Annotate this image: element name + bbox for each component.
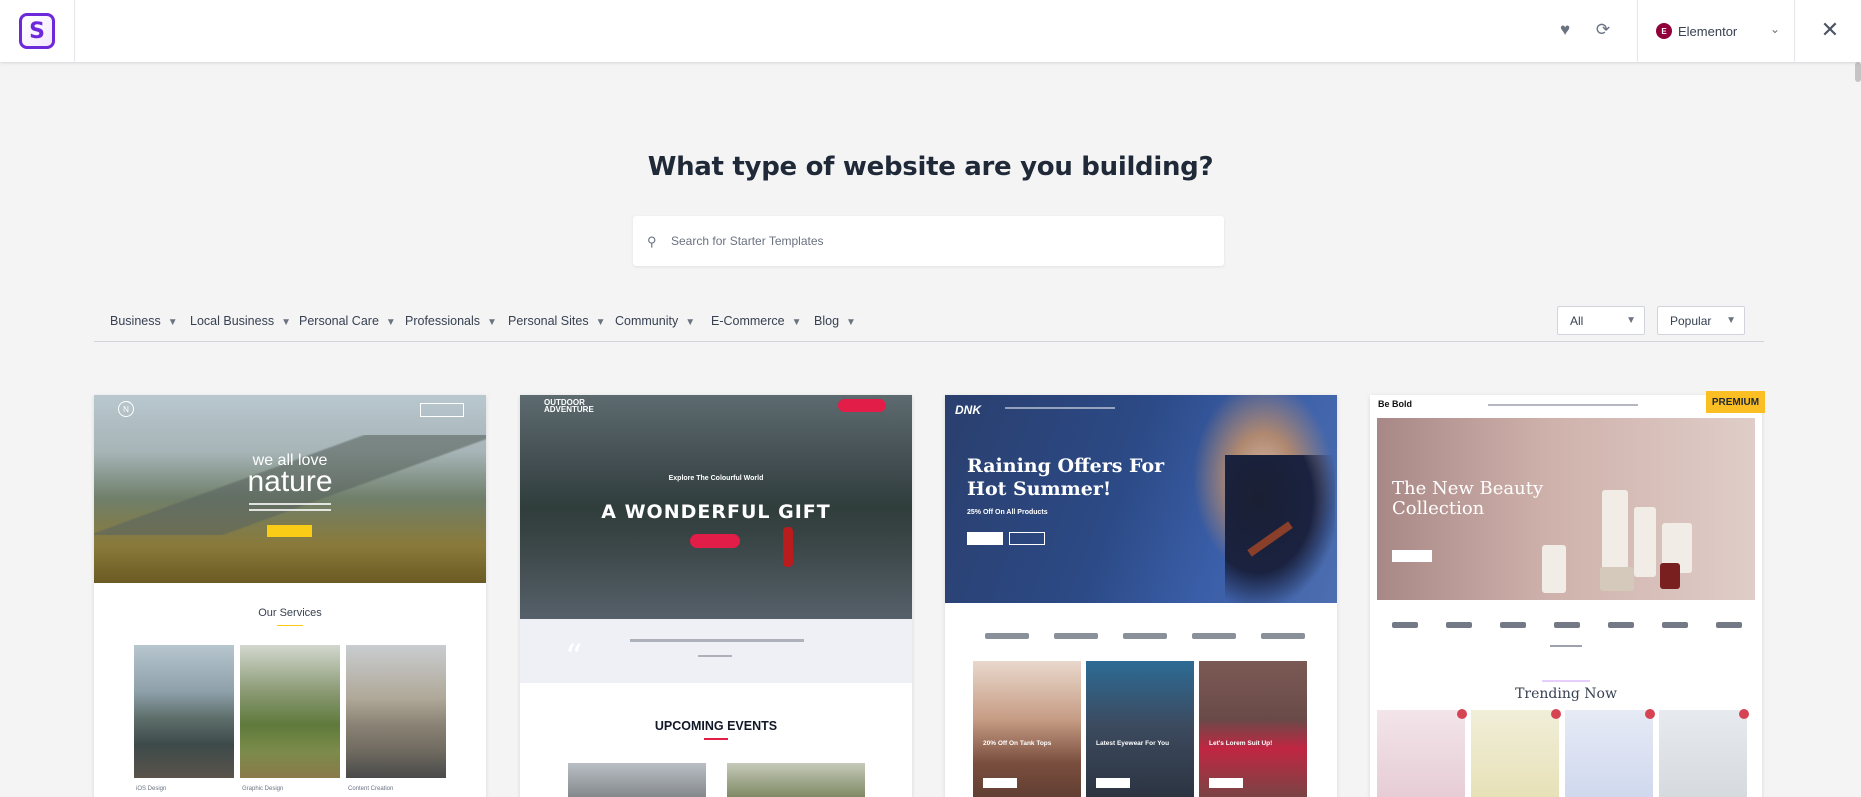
close-icon[interactable]: ✕ bbox=[1815, 15, 1845, 45]
top-bar: S ♥ ⟳ E Elementor ⌄ ✕ bbox=[0, 0, 1861, 62]
event-image bbox=[727, 763, 865, 797]
category-professionals[interactable]: Professionals ▼ bbox=[405, 314, 497, 328]
premium-badge: PREMIUM bbox=[1706, 391, 1765, 413]
service-image bbox=[134, 645, 234, 778]
chevron-down-icon: ▼ bbox=[595, 317, 606, 328]
category-blog[interactable]: Blog ▼ bbox=[814, 314, 856, 328]
starter-templates-logo[interactable]: S bbox=[19, 13, 55, 49]
template-logo: N bbox=[118, 401, 134, 417]
category-e-commerce[interactable]: E-Commerce ▼ bbox=[711, 314, 802, 328]
scrollbar-thumb[interactable] bbox=[1855, 62, 1861, 82]
chevron-down-icon: ▼ bbox=[846, 317, 856, 328]
category-community[interactable]: Community ▼ bbox=[615, 314, 695, 328]
service-image bbox=[240, 645, 340, 778]
sort-select[interactable]: Popular ▼ bbox=[1657, 306, 1745, 335]
page-builder-dropdown[interactable]: E Elementor ⌄ bbox=[1637, 0, 1795, 62]
hero-kicker: Explore The Colourful World bbox=[668, 475, 764, 482]
hero-headline: A WONDERFUL GIFT bbox=[601, 501, 831, 523]
service-caption: Content Creation bbox=[348, 786, 394, 792]
category-personal-sites[interactable]: Personal Sites ▼ bbox=[508, 314, 606, 328]
hero-big-text: nature bbox=[247, 465, 333, 498]
hero-headline: Raining Offers For Hot Summer! bbox=[967, 455, 1165, 500]
category-filter-bar: Business ▼ Local Business ▼ Personal Care ▼… bbox=[94, 306, 1764, 342]
partner-logos bbox=[1392, 622, 1742, 628]
sale-badge bbox=[1645, 709, 1655, 719]
sale-badge bbox=[1457, 709, 1467, 719]
partner-logos bbox=[985, 633, 1305, 643]
template-card-nature[interactable]: N we all love nature Our Services iOS De… bbox=[94, 395, 486, 797]
search-box[interactable]: ⚲ bbox=[633, 216, 1224, 266]
search-input[interactable] bbox=[671, 234, 1191, 248]
promo-tile bbox=[1086, 661, 1194, 797]
product-image bbox=[1471, 710, 1559, 797]
template-card-dnk-store[interactable]: DNK Raining Offers For Hot Summer! 25% O… bbox=[945, 395, 1337, 797]
promo-title: 20% Off On Tank Tops bbox=[983, 740, 1052, 747]
template-card-outdoor-adventure[interactable]: OUTDOOR ADVENTURE Explore The Colourful … bbox=[520, 395, 912, 797]
category-business[interactable]: Business ▼ bbox=[110, 314, 178, 328]
service-caption: Graphic Design bbox=[242, 786, 284, 792]
service-caption: iOS Design bbox=[136, 786, 167, 792]
chevron-down-icon: ▼ bbox=[685, 317, 696, 328]
section-title: Trending Now bbox=[1515, 686, 1617, 702]
category-personal-care[interactable]: Personal Care ▼ bbox=[299, 314, 396, 328]
sale-badge bbox=[1551, 709, 1561, 719]
template-card-be-bold[interactable]: Be Bold The New Beauty Collection Trendi… bbox=[1370, 395, 1762, 797]
page-title: What type of website are you building? bbox=[647, 152, 1214, 182]
template-preview-hero: Be Bold The New Beauty Collection bbox=[1370, 395, 1762, 647]
type-select[interactable]: All ▼ bbox=[1557, 306, 1645, 335]
section-title: UPCOMING EVENTS bbox=[654, 719, 778, 733]
promo-tile bbox=[1199, 661, 1307, 797]
template-preview-hero: DNK Raining Offers For Hot Summer! 25% O… bbox=[945, 395, 1337, 603]
chevron-down-icon: ▼ bbox=[167, 317, 178, 328]
hero-headline: The New Beauty Collection bbox=[1392, 478, 1544, 519]
chevron-down-icon: ▼ bbox=[1726, 315, 1736, 326]
template-preview-hero: OUTDOOR ADVENTURE Explore The Colourful … bbox=[520, 395, 912, 619]
template-preview-hero: N we all love nature bbox=[94, 395, 486, 583]
event-image bbox=[568, 763, 706, 797]
promo-tile bbox=[973, 661, 1081, 797]
favorite-heart-icon[interactable]: ♥ bbox=[1553, 18, 1577, 42]
chevron-down-icon: ▼ bbox=[1626, 315, 1636, 326]
category-local-business[interactable]: Local Business ▼ bbox=[190, 314, 291, 328]
chevron-down-icon: ⌄ bbox=[1769, 22, 1780, 36]
carousel-dots bbox=[1550, 645, 1582, 647]
promo-title: Let's Lorem Suit Up! bbox=[1209, 740, 1273, 747]
promo-title: Latest Eyewear For You bbox=[1096, 740, 1170, 747]
page-builder-label: Elementor bbox=[1678, 23, 1738, 39]
testimonial-band: “ bbox=[520, 619, 912, 683]
template-logo: DNK bbox=[955, 403, 981, 417]
product-image bbox=[1659, 710, 1747, 797]
search-icon: ⚲ bbox=[647, 234, 657, 249]
chevron-down-icon: ▼ bbox=[281, 317, 291, 328]
quote-icon: “ bbox=[565, 637, 583, 677]
template-logo: Be Bold bbox=[1378, 399, 1413, 409]
product-image bbox=[1377, 710, 1465, 797]
logo-container: S bbox=[0, 0, 75, 62]
chevron-down-icon: ▼ bbox=[385, 317, 396, 328]
service-image bbox=[346, 645, 446, 778]
sale-badge bbox=[1739, 709, 1749, 719]
sync-icon[interactable]: ⟳ bbox=[1591, 18, 1615, 42]
elementor-icon: E bbox=[1656, 23, 1672, 39]
template-logo: OUTDOOR ADVENTURE bbox=[544, 398, 594, 414]
section-title: Our Services bbox=[258, 607, 322, 619]
hero-subline: 25% Off On All Products bbox=[967, 509, 1048, 516]
chevron-down-icon: ▼ bbox=[791, 317, 802, 328]
chevron-down-icon: ▼ bbox=[487, 317, 497, 328]
product-image bbox=[1565, 710, 1653, 797]
